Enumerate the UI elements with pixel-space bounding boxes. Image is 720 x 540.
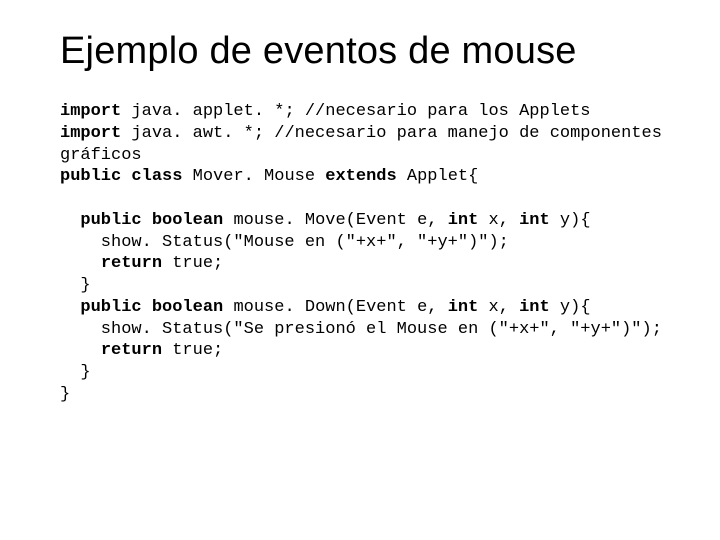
keyword-int: int bbox=[519, 211, 550, 230]
keyword-boolean: boolean bbox=[152, 211, 223, 230]
code-text: Mover. Mouse bbox=[182, 167, 325, 186]
code-block: import java. applet. *; //necesario para… bbox=[60, 101, 672, 406]
code-text: java. applet. *; //necesario para los Ap… bbox=[121, 102, 590, 121]
code-text: true; bbox=[162, 341, 223, 360]
code-text: } bbox=[60, 385, 70, 404]
keyword-public: public bbox=[80, 298, 141, 317]
keyword-int: int bbox=[448, 298, 479, 317]
code-indent bbox=[60, 211, 80, 230]
code-indent bbox=[60, 254, 101, 273]
code-text: x, bbox=[478, 211, 519, 230]
code-text: java. awt. *; //necesario para manejo de… bbox=[121, 124, 662, 143]
code-text: y){ bbox=[550, 298, 591, 317]
keyword-extends: extends bbox=[325, 167, 396, 186]
code-text: Applet{ bbox=[397, 167, 479, 186]
keyword-int: int bbox=[448, 211, 479, 230]
code-text: y){ bbox=[550, 211, 591, 230]
slide: Ejemplo de eventos de mouse import java.… bbox=[0, 0, 720, 540]
code-text: show. Status("Se presionó el Mouse en ("… bbox=[60, 320, 662, 339]
keyword-import: import bbox=[60, 124, 121, 143]
keyword-return: return bbox=[101, 341, 162, 360]
code-text: x, bbox=[478, 298, 519, 317]
keyword-import: import bbox=[60, 102, 121, 121]
keyword-boolean: boolean bbox=[152, 298, 223, 317]
slide-title: Ejemplo de eventos de mouse bbox=[60, 30, 672, 73]
keyword-public: public bbox=[60, 167, 121, 186]
code-text: gráficos bbox=[60, 146, 142, 165]
keyword-return: return bbox=[101, 254, 162, 273]
code-text: } bbox=[60, 363, 91, 382]
code-text: mouse. Move(Event e, bbox=[223, 211, 447, 230]
keyword-public: public bbox=[80, 211, 141, 230]
keyword-class: class bbox=[131, 167, 182, 186]
code-text: true; bbox=[162, 254, 223, 273]
code-text: show. Status("Mouse en ("+x+", "+y+")"); bbox=[60, 233, 509, 252]
code-indent bbox=[60, 341, 101, 360]
code-text: } bbox=[60, 276, 91, 295]
code-text: mouse. Down(Event e, bbox=[223, 298, 447, 317]
keyword-int: int bbox=[519, 298, 550, 317]
code-indent bbox=[60, 298, 80, 317]
